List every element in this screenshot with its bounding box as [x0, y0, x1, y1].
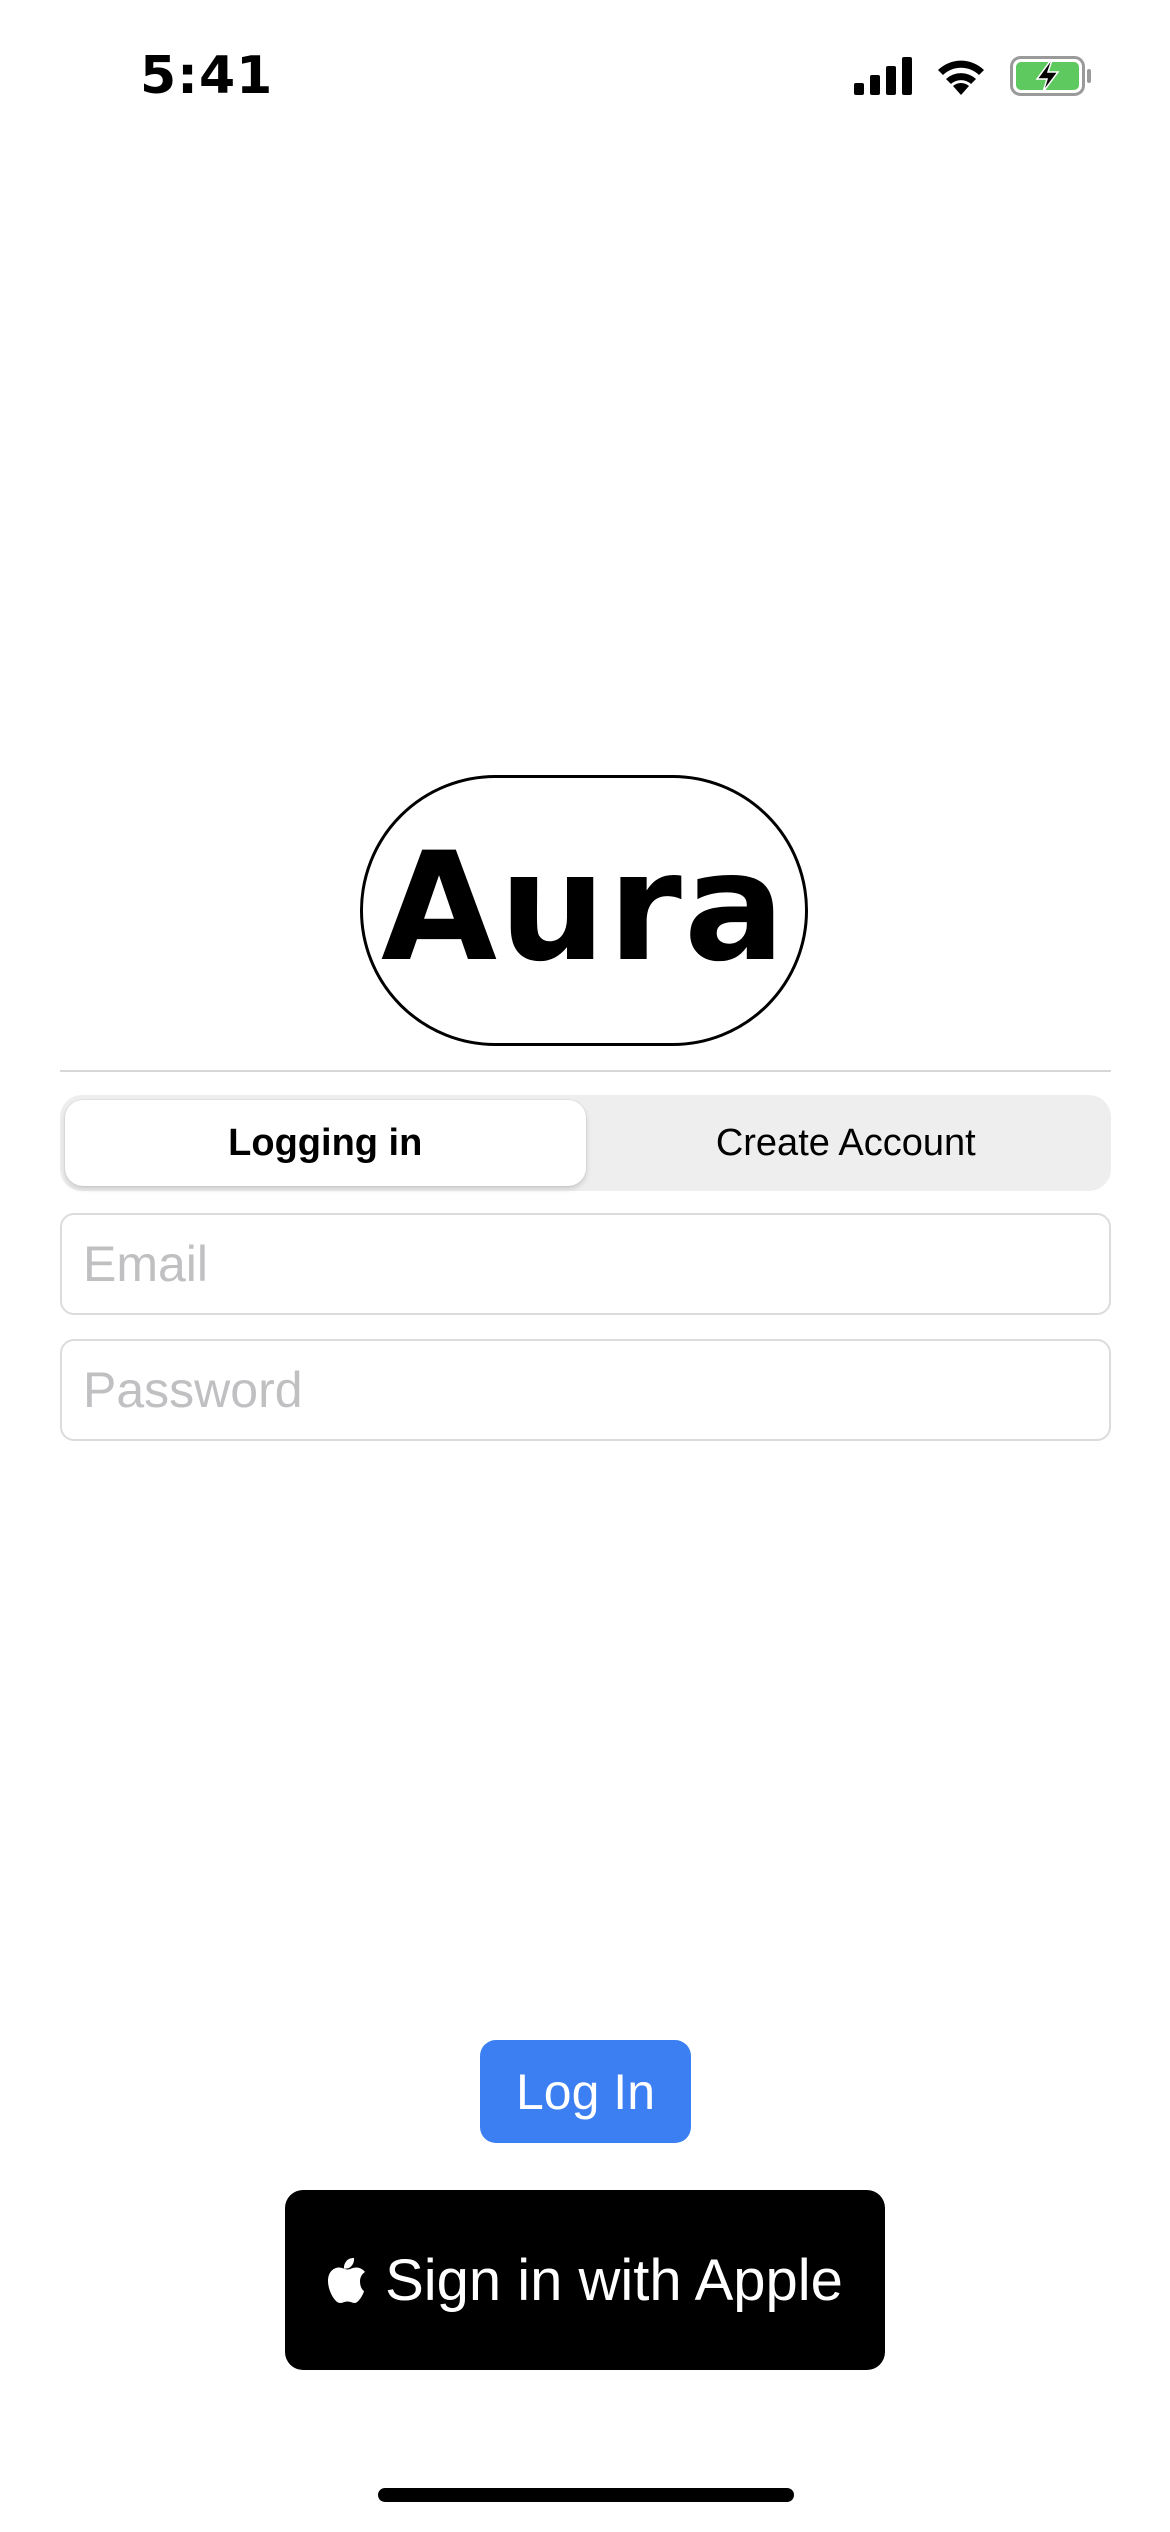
status-time: 5:41 [140, 46, 274, 106]
apple-logo-icon [327, 2256, 367, 2304]
home-indicator[interactable] [378, 2488, 794, 2502]
segment-create-account[interactable]: Create Account [586, 1100, 1107, 1186]
status-bar: 5:41 [0, 0, 1170, 150]
login-button[interactable]: Log In [480, 2040, 691, 2143]
wifi-icon [934, 57, 988, 95]
login-button-label: Log In [515, 2063, 655, 2120]
login-screen: 5:41 Aura Logging in Create Account Emai… [0, 0, 1170, 2532]
status-icons [854, 56, 1092, 96]
app-logo: Aura [360, 775, 808, 1046]
segment-logging-in[interactable]: Logging in [65, 1100, 586, 1186]
cellular-signal-icon [854, 57, 912, 95]
email-field-container [60, 1213, 1111, 1315]
sign-in-with-apple-button[interactable]: Sign in with Apple [285, 2190, 885, 2370]
email-field[interactable] [83, 1215, 1109, 1313]
password-field[interactable] [83, 1341, 1109, 1439]
password-field-container [60, 1339, 1111, 1441]
apple-button-label: Sign in with Apple [385, 2247, 843, 2313]
logo-text: Aura [380, 820, 788, 995]
auth-mode-segmented-control: Logging in Create Account [60, 1095, 1111, 1191]
battery-charging-icon [1010, 56, 1092, 96]
divider [60, 1070, 1111, 1072]
